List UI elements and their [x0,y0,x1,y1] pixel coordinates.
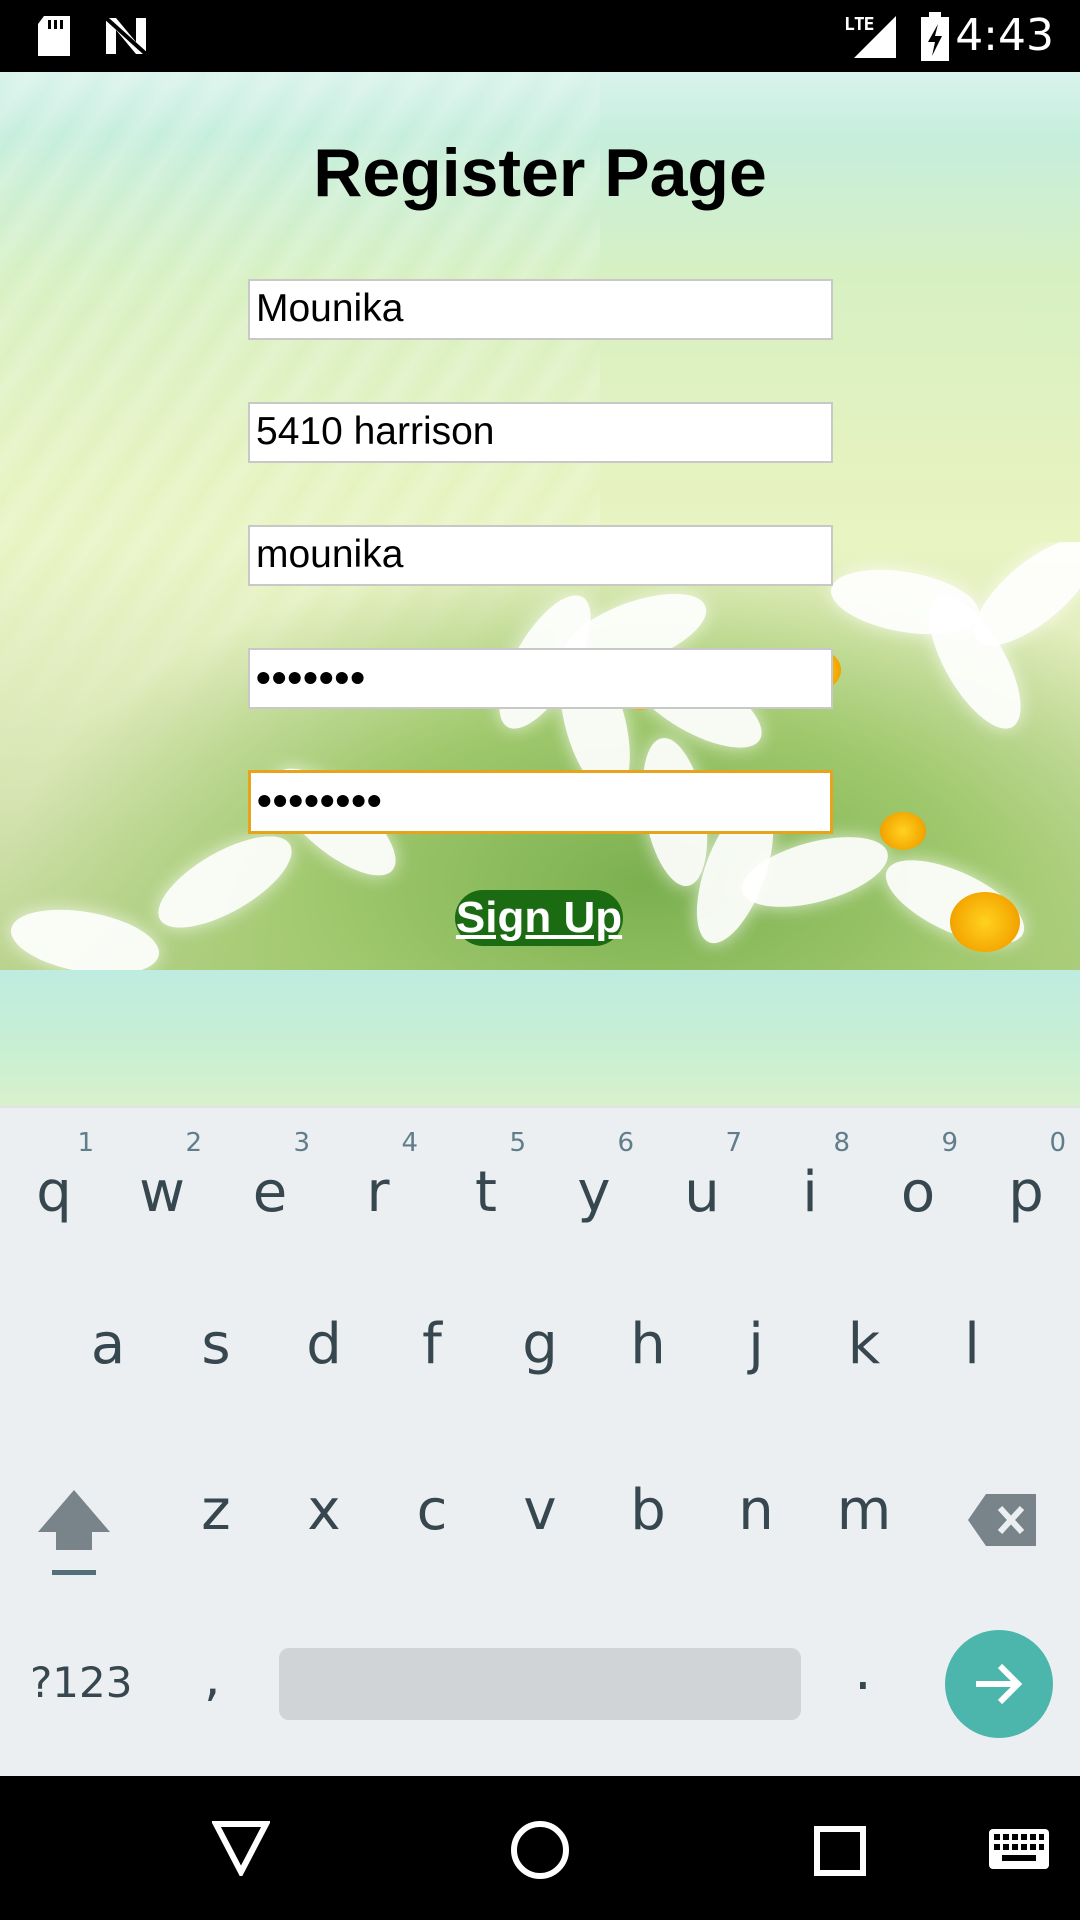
key-e[interactable]: 3e [220,1108,320,1238]
sign-up-button[interactable]: Sign Up [455,890,623,946]
key-hint-i: 8 [833,1128,850,1158]
key-h[interactable]: h [598,1272,698,1402]
key-n[interactable]: n [706,1438,806,1568]
key-i[interactable]: 8i [760,1108,860,1238]
key-a[interactable]: a [58,1272,158,1402]
key-letter-v: v [523,1478,557,1543]
enter-key[interactable] [945,1630,1053,1738]
backspace-icon [968,1494,1036,1546]
key-u[interactable]: 7u [652,1108,752,1238]
shift-arrow-icon [38,1490,110,1575]
key-hint-e: 3 [293,1128,310,1158]
sd-card-icon [36,14,72,63]
key-s[interactable]: s [166,1272,266,1402]
key-t[interactable]: 5t [436,1108,536,1238]
key-l[interactable]: l [922,1272,1022,1402]
key-letter-w: w [139,1160,185,1225]
key-letter-m: m [836,1478,892,1543]
key-f[interactable]: f [382,1272,482,1402]
key-letter-x: x [307,1478,341,1543]
background-lower-band [0,970,1080,1106]
period-key[interactable]: . [854,1638,872,1703]
back-triangle-icon[interactable] [211,1820,271,1881]
key-k[interactable]: k [814,1272,914,1402]
key-letter-j: j [748,1312,764,1377]
key-g[interactable]: g [490,1272,590,1402]
battery-charging-icon [920,12,950,67]
key-v[interactable]: v [490,1438,590,1568]
key-letter-y: y [577,1160,611,1225]
comma-key[interactable]: , [204,1648,221,1708]
key-c[interactable]: c [382,1438,482,1568]
key-hint-u: 7 [725,1128,742,1158]
key-letter-d: d [306,1312,342,1377]
key-w[interactable]: 2w [112,1108,212,1238]
navigation-bar [0,1776,1080,1920]
username-field[interactable]: mounika [248,525,833,586]
key-letter-p: p [1008,1160,1044,1225]
full-name-field[interactable]: Mounika [248,279,833,340]
key-o[interactable]: 9o [868,1108,968,1238]
home-circle-icon[interactable] [510,1820,570,1885]
key-x[interactable]: x [274,1438,374,1568]
arrow-right-icon [976,1663,1023,1705]
key-hint-p: 0 [1049,1128,1066,1158]
key-letter-b: b [630,1478,666,1543]
key-letter-f: f [422,1312,442,1377]
key-letter-e: e [252,1160,288,1225]
key-letter-h: h [630,1312,666,1377]
recents-square-icon[interactable] [814,1826,866,1881]
password-field[interactable]: ••••••• [248,648,833,709]
key-m[interactable]: m [814,1438,914,1568]
space-bar[interactable] [279,1648,801,1720]
n-notification-icon [104,16,148,61]
key-letter-r: r [366,1160,390,1225]
keyboard-switch-icon[interactable] [988,1828,1050,1875]
key-r[interactable]: 4r [328,1108,428,1238]
status-bar: LTE 4:43 [0,0,1080,72]
symbols-key[interactable]: ?123 [30,1658,132,1707]
key-hint-t: 5 [509,1128,526,1158]
soft-keyboard: 1q2w3e4r5t6y7u8i9o0p asdfghjkl zxcvbnm ?… [0,1106,1080,1776]
key-d[interactable]: d [274,1272,374,1402]
confirm-password-field[interactable]: •••••••• [248,770,833,834]
key-letter-c: c [416,1478,448,1543]
key-letter-k: k [847,1312,881,1377]
backspace-key[interactable] [966,1492,1040,1553]
key-letter-o: o [900,1160,936,1225]
key-letter-z: z [201,1478,231,1543]
key-hint-o: 9 [941,1128,958,1158]
register-screen: Register Page Mounika 5410 harrison moun… [0,72,1080,1106]
key-z[interactable]: z [166,1438,266,1568]
key-y[interactable]: 6y [544,1108,644,1238]
page-title: Register Page [313,135,767,211]
key-letter-q: q [36,1160,72,1225]
key-letter-g: g [522,1312,558,1377]
clock: 4:43 [955,10,1054,61]
screen: LTE 4:43 Register Page Mounika 5410 harr… [0,0,1080,1920]
key-hint-y: 6 [617,1128,634,1158]
key-j[interactable]: j [706,1272,806,1402]
key-q[interactable]: 1q [4,1108,104,1238]
key-hint-w: 2 [185,1128,202,1158]
shift-key[interactable] [36,1488,112,1583]
address-field[interactable]: 5410 harrison [248,402,833,463]
key-letter-u: u [684,1160,720,1225]
key-letter-n: n [738,1478,774,1543]
key-p[interactable]: 0p [976,1108,1076,1238]
key-letter-l: l [964,1312,980,1377]
key-letter-t: t [475,1160,497,1225]
key-hint-r: 4 [401,1128,418,1158]
key-b[interactable]: b [598,1438,698,1568]
key-letter-s: s [201,1312,231,1377]
key-hint-q: 1 [77,1128,94,1158]
signal-icon [852,14,898,65]
key-letter-a: a [90,1312,126,1377]
key-letter-i: i [802,1160,818,1225]
